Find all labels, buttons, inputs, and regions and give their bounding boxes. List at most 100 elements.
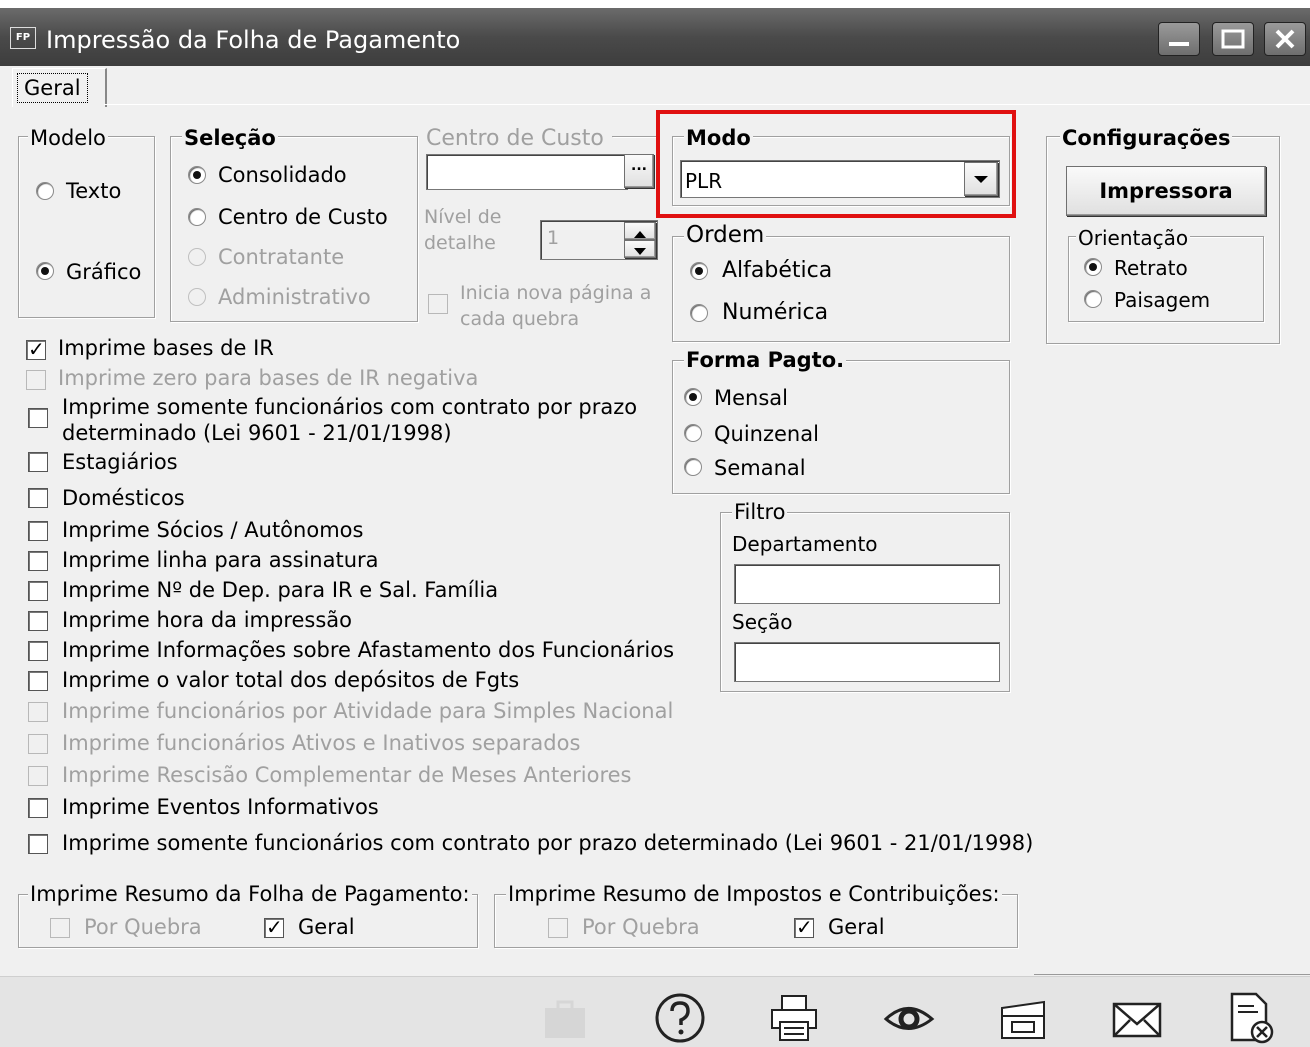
email-icon[interactable] — [1110, 992, 1164, 1046]
secao-input[interactable] — [734, 642, 1000, 682]
option-label: Imprime Informações sobre Afastamento do… — [62, 638, 675, 662]
radio-contratante[interactable] — [188, 248, 206, 266]
impressora-button[interactable]: Impressora — [1066, 166, 1266, 216]
group-configuracoes-legend: Configurações — [1060, 126, 1233, 150]
radio-administrativo[interactable] — [188, 288, 206, 306]
option-label: Imprime linha para assinatura — [62, 548, 379, 572]
spinner-down-button[interactable] — [624, 240, 656, 258]
group-forma-pagto-legend: Forma Pagto. — [684, 348, 847, 372]
radio-alfabetica[interactable] — [690, 262, 708, 280]
option-label: Imprime somente funcionários com contrat… — [62, 831, 1034, 855]
checkbox-option[interactable] — [28, 702, 48, 722]
spinner-up-button[interactable] — [624, 222, 656, 240]
option-label: Imprime o valor total dos depósitos de F… — [62, 668, 520, 692]
group-selecao-legend: Seleção — [182, 126, 278, 150]
help-icon[interactable] — [654, 992, 708, 1046]
export-icon[interactable] — [996, 992, 1050, 1046]
checkbox-option[interactable] — [28, 641, 48, 661]
checkbox-option[interactable] — [28, 611, 48, 631]
option-label: Imprime Nº de Dep. para IR e Sal. Famíli… — [62, 578, 499, 602]
option-label: Imprime hora da impressão — [62, 608, 353, 632]
option-label: Estagiários — [62, 450, 178, 474]
preview-eye-icon[interactable] — [882, 992, 936, 1046]
tab-geral[interactable]: Geral — [12, 68, 107, 107]
resumo-folha-geral-label: Geral — [298, 915, 355, 939]
radio-semanal-label: Semanal — [714, 456, 806, 480]
radio-grafico[interactable] — [36, 262, 54, 280]
toolbar-divider — [1034, 974, 1310, 975]
app-icon: FP — [10, 27, 36, 49]
inicia-nova-pagina-label-2: cada quebra — [460, 308, 580, 330]
radio-texto[interactable] — [36, 182, 54, 200]
radio-quinzenal[interactable] — [684, 424, 702, 442]
radio-consolidado[interactable] — [188, 166, 206, 184]
checkbox-resumo-folha-geral[interactable] — [264, 915, 284, 939]
group-resumo-folha-legend: Imprime Resumo da Folha de Pagamento: — [28, 882, 472, 906]
centro-custo-input[interactable] — [426, 154, 628, 190]
centro-custo-browse-button[interactable]: ... — [624, 154, 654, 188]
option-label-continued: determinado (Lei 9601 - 21/01/1998) — [62, 421, 452, 445]
option-label: Domésticos — [62, 486, 185, 510]
centro-custo-legend: Centro de Custo — [426, 126, 604, 151]
radio-semanal[interactable] — [684, 458, 702, 476]
briefcase-icon[interactable] — [540, 992, 590, 1042]
radio-alfabetica-label: Alfabética — [722, 258, 833, 283]
arrow-down-icon — [634, 248, 646, 255]
radio-paisagem[interactable] — [1084, 290, 1102, 308]
checkbox-option[interactable] — [28, 551, 48, 571]
maximize-button[interactable] — [1212, 22, 1254, 56]
resumo-impostos-por-quebra-label: Por Quebra — [582, 915, 700, 939]
checkbox-option[interactable] — [26, 337, 46, 361]
checkbox-option[interactable] — [26, 370, 46, 390]
nivel-detalhe-value: 1 — [547, 227, 560, 249]
radio-consolidado-label: Consolidado — [218, 163, 347, 187]
option-label: Imprime Rescisão Complementar de Meses A… — [62, 763, 632, 787]
checkbox-option[interactable] — [28, 408, 48, 428]
centro-custo-legend-line — [612, 136, 656, 137]
radio-contratante-label: Contratante — [218, 245, 345, 269]
tab-body-edge — [104, 104, 1310, 105]
checkbox-resumo-impostos-geral[interactable] — [794, 915, 814, 939]
radio-texto-label: Texto — [66, 179, 122, 203]
radio-quinzenal-label: Quinzenal — [714, 422, 819, 446]
nivel-detalhe-label-1: Nível de — [424, 206, 502, 228]
radio-mensal-label: Mensal — [714, 386, 788, 410]
radio-numerica[interactable] — [690, 304, 708, 322]
checkbox-option[interactable] — [28, 734, 48, 754]
close-icon — [1275, 29, 1295, 49]
close-window-button[interactable] — [1264, 22, 1306, 56]
minimize-icon — [1169, 42, 1189, 46]
radio-paisagem-label: Paisagem — [1114, 288, 1211, 312]
checkbox-resumo-impostos-por-quebra[interactable] — [548, 918, 568, 938]
group-filtro-legend: Filtro — [732, 500, 788, 524]
resumo-folha-por-quebra-label: Por Quebra — [84, 915, 202, 939]
radio-administrativo-label: Administrativo — [218, 285, 371, 309]
maximize-icon — [1221, 29, 1245, 49]
option-label: Imprime funcionários Ativos e Inativos s… — [62, 731, 581, 755]
printer-icon[interactable] — [768, 992, 822, 1046]
radio-retrato[interactable] — [1084, 258, 1102, 276]
group-modelo-legend: Modelo — [28, 126, 108, 150]
checkbox-option[interactable] — [28, 581, 48, 601]
close-document-icon[interactable] — [1224, 992, 1278, 1046]
radio-mensal[interactable] — [684, 388, 702, 406]
option-label: Imprime Eventos Informativos — [62, 795, 379, 819]
checkbox-option[interactable] — [28, 798, 48, 818]
checkbox-option[interactable] — [28, 488, 48, 508]
inicia-nova-pagina-label-1: Inicia nova página a — [460, 282, 652, 304]
departamento-label: Departamento — [732, 532, 878, 556]
minimize-button[interactable] — [1158, 22, 1200, 56]
radio-centro-de-custo[interactable] — [188, 208, 206, 226]
option-label: Imprime bases de IR — [58, 336, 274, 360]
checkbox-option[interactable] — [28, 521, 48, 541]
radio-numerica-label: Numérica — [722, 300, 829, 325]
radio-grafico-label: Gráfico — [66, 260, 142, 284]
checkbox-resumo-folha-por-quebra[interactable] — [50, 918, 70, 938]
checkbox-option[interactable] — [28, 452, 48, 472]
checkbox-option[interactable] — [28, 671, 48, 691]
option-label: Imprime zero para bases de IR negativa — [58, 366, 479, 390]
departamento-input[interactable] — [734, 564, 1000, 604]
checkbox-inicia-nova-pagina[interactable] — [428, 294, 448, 314]
checkbox-option[interactable] — [28, 766, 48, 786]
checkbox-option[interactable] — [28, 834, 48, 854]
